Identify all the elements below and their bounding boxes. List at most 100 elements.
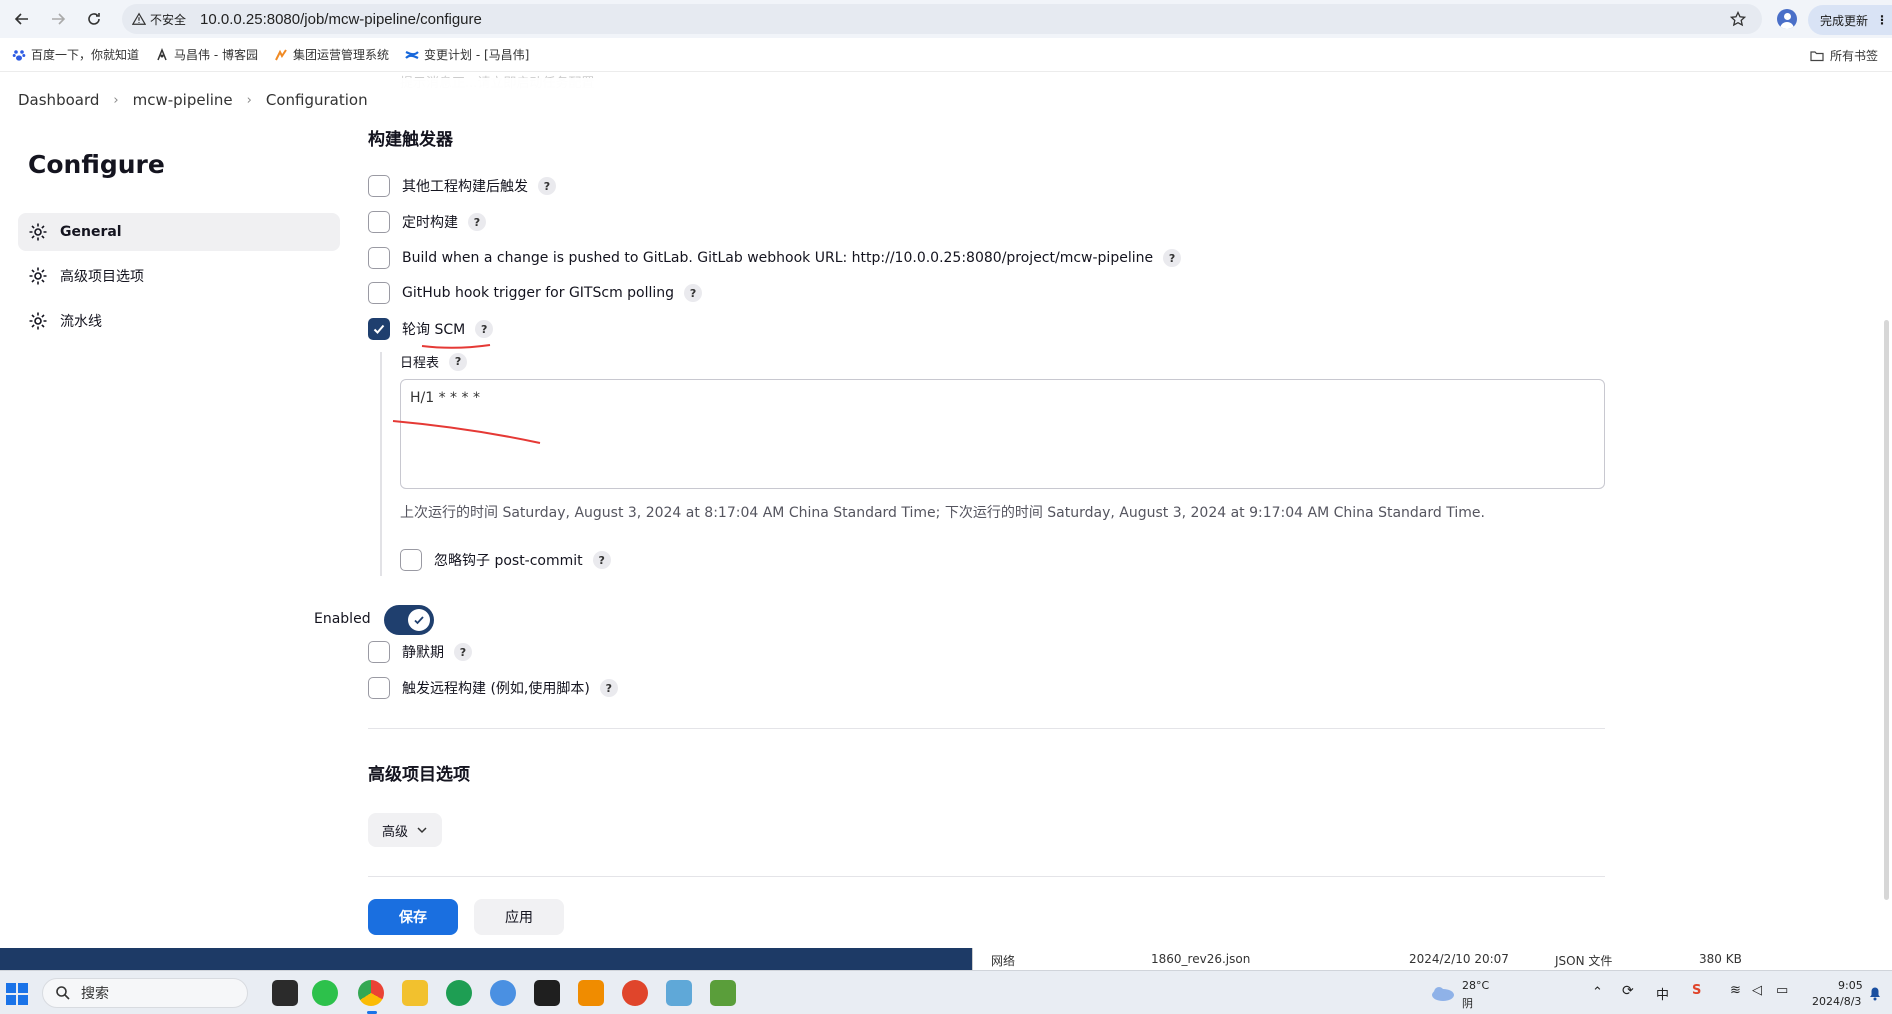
sidebar-item-advanced[interactable]: 高级项目选项 — [18, 257, 340, 295]
reload-icon — [88, 13, 100, 25]
checkbox[interactable] — [368, 282, 390, 304]
sidebar-item-label: General — [60, 224, 122, 240]
help-icon[interactable]: ? — [1163, 249, 1182, 267]
profile-avatar-icon[interactable] — [1777, 9, 1797, 29]
file-size: 380 KB — [1699, 952, 1742, 966]
task-view-icon[interactable] — [272, 980, 298, 1006]
help-icon[interactable]: ? — [599, 679, 618, 697]
enabled-toggle[interactable] — [384, 605, 434, 635]
update-label: 完成更新 — [1820, 13, 1869, 28]
battery-icon[interactable]: ▭ — [1776, 983, 1788, 998]
checkbox[interactable] — [400, 549, 422, 571]
reload-button[interactable] — [80, 5, 108, 33]
help-icon[interactable]: ? — [538, 177, 556, 195]
toggle-knob — [408, 609, 430, 631]
breadcrumb-dashboard[interactable]: Dashboard — [18, 91, 99, 109]
app-icon[interactable] — [622, 980, 648, 1006]
schedule-label-row: 日程表 ? — [400, 352, 468, 371]
help-icon[interactable]: ? — [454, 643, 472, 661]
trigger-after-other-projects[interactable]: 其他工程构建后触发 ? — [368, 175, 556, 197]
apply-button[interactable]: 应用 — [474, 899, 564, 935]
all-bookmarks[interactable]: 所有书签 — [1810, 47, 1878, 64]
schedule-value: H/1 * * * * — [410, 390, 480, 406]
confluence-icon — [405, 50, 419, 59]
help-icon[interactable]: ? — [449, 352, 468, 371]
advanced-dropdown-button[interactable]: 高级 — [368, 813, 443, 847]
checkbox[interactable] — [368, 247, 390, 269]
ime-indicator[interactable]: 中 — [1656, 984, 1669, 1003]
sogou-icon[interactable]: S — [1692, 983, 1701, 998]
checkbox-checked[interactable] — [368, 318, 390, 340]
help-icon[interactable]: ? — [468, 213, 486, 231]
gear-icon — [29, 223, 47, 241]
checkbox[interactable] — [368, 677, 390, 699]
cloud-weather-icon[interactable] — [1428, 983, 1456, 1003]
update-button[interactable]: 完成更新 ⋮ — [1808, 5, 1892, 35]
save-button[interactable]: 保存 — [368, 899, 458, 935]
breadcrumb-job[interactable]: mcw-pipeline — [133, 91, 233, 109]
kebab-menu-icon[interactable]: ⋮ — [1876, 13, 1888, 27]
sidebar-item-label: 流水线 — [60, 314, 102, 330]
taskbar-search-label: 搜索 — [81, 986, 109, 1002]
browser-toolbar: 不安全 10.0.0.25:8080/job/mcw-pipeline/conf… — [0, 0, 1892, 38]
help-icon[interactable]: ? — [592, 551, 611, 569]
chart-app-icon[interactable] — [666, 980, 692, 1006]
bookmark-change-plan[interactable]: 变更计划 - [马昌伟] — [405, 46, 529, 63]
trigger-github-hook[interactable]: GitHub hook trigger for GITScm polling ? — [368, 282, 703, 304]
clock-time[interactable]: 9:05 — [1838, 979, 1863, 992]
forward-button[interactable] — [44, 5, 72, 33]
bookmark-ops-system[interactable]: 集团运营管理系统 — [274, 46, 389, 63]
trigger-poll-scm[interactable]: 轮询 SCM ? — [368, 318, 494, 340]
trigger-label: GitHub hook trigger for GITScm polling — [402, 285, 675, 301]
ignore-post-commit-option[interactable]: 忽略钩子 post-commit ? — [400, 549, 611, 571]
speaker-icon[interactable]: ◁ — [1752, 983, 1762, 998]
wechat-icon[interactable] — [312, 980, 338, 1006]
wifi-icon[interactable]: ≋ — [1730, 983, 1741, 998]
chevron-down-icon — [417, 827, 427, 834]
file-explorer-row[interactable]: 网络 1860_rev26.json 2024/2/10 20:07 JSON … — [972, 948, 1892, 970]
bookmark-cnblogs[interactable]: 马昌伟 - 博客园 — [155, 46, 258, 63]
page-scrollbar[interactable] — [1884, 320, 1889, 900]
sidebar-item-general[interactable]: General — [18, 213, 340, 251]
cnblogs-icon — [157, 47, 167, 60]
sidebar-item-pipeline[interactable]: 流水线 — [18, 302, 340, 340]
schedule-textarea[interactable]: H/1 * * * * — [400, 379, 1605, 489]
insecure-indicator[interactable]: 不安全 — [132, 11, 186, 28]
file-date: 2024/2/10 20:07 — [1409, 952, 1509, 966]
help-icon[interactable]: ? — [684, 284, 703, 302]
chrome-icon[interactable] — [358, 980, 384, 1006]
trigger-remote-build[interactable]: 触发远程构建 (例如,使用脚本) ? — [368, 677, 618, 699]
file-explorer-icon[interactable] — [402, 980, 428, 1006]
checkbox[interactable] — [368, 641, 390, 663]
network-app-icon[interactable] — [490, 980, 516, 1006]
virtualbox-icon[interactable] — [578, 980, 604, 1006]
checkbox[interactable] — [368, 175, 390, 197]
trigger-quiet-period[interactable]: 静默期 ? — [368, 641, 472, 663]
arrow-right-icon — [52, 13, 66, 25]
clock-date[interactable]: 2024/8/3 — [1812, 995, 1861, 1008]
chevron-up-icon[interactable]: ⌃ — [1592, 985, 1603, 1000]
search-icon — [56, 986, 70, 1000]
trigger-gitlab-push[interactable]: Build when a change is pushed to GitLab.… — [368, 247, 1182, 269]
gear-icon — [29, 267, 47, 285]
insecure-label: 不安全 — [150, 12, 187, 27]
url-text[interactable]: 10.0.0.25:8080/job/mcw-pipeline/configur… — [200, 11, 482, 28]
taskbar-search[interactable]: 搜索 — [42, 978, 248, 1008]
editor-app-icon[interactable] — [710, 980, 736, 1006]
sync-icon[interactable]: ⟳ — [1622, 983, 1634, 999]
back-button[interactable] — [8, 5, 36, 33]
browser-app-icon[interactable] — [446, 980, 472, 1006]
bookmarks-bar: 百度一下，你就知道 马昌伟 - 博客园 集团运营管理系统 变更计划 - [马昌伟… — [0, 38, 1892, 72]
help-icon[interactable]: ? — [475, 320, 494, 338]
trigger-periodic-build[interactable]: 定时构建 ? — [368, 211, 486, 233]
windows-start-icon[interactable] — [6, 983, 28, 1005]
notification-bell-icon[interactable] — [1868, 985, 1882, 1001]
trigger-label: 其他工程构建后触发 — [402, 179, 528, 195]
bookmark-baidu[interactable]: 百度一下，你就知道 — [12, 46, 139, 63]
terminal-icon[interactable] — [534, 980, 560, 1006]
checkbox[interactable] — [368, 211, 390, 233]
breadcrumb-configuration[interactable]: Configuration — [266, 91, 368, 109]
bookmark-star-icon[interactable] — [1730, 11, 1746, 27]
address-bar[interactable]: 不安全 10.0.0.25:8080/job/mcw-pipeline/conf… — [122, 4, 1762, 34]
file-name: 1860_rev26.json — [1151, 952, 1251, 966]
